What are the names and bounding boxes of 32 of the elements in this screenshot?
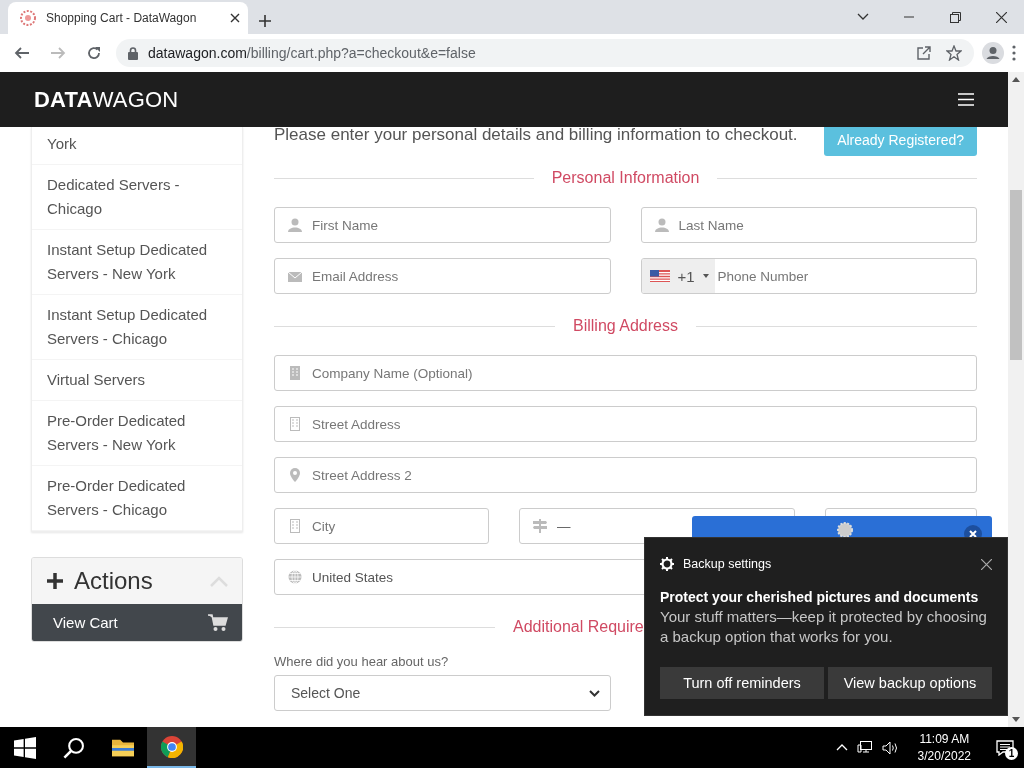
site-logo[interactable]: DATAWAGON bbox=[34, 86, 179, 113]
toast-button[interactable]: Turn off reminders bbox=[660, 667, 824, 699]
section-heading: Billing Address bbox=[573, 317, 678, 335]
input-field[interactable]: Street Address bbox=[274, 406, 977, 442]
clock-time[interactable]: 11:09 AM bbox=[917, 730, 971, 748]
input-field[interactable]: First Name bbox=[274, 207, 611, 243]
notification-count: 1 bbox=[1005, 746, 1018, 760]
sidebar-item[interactable]: Instant Setup Dedicated Servers - Chicago bbox=[32, 295, 242, 360]
sidebar-item[interactable]: Instant Setup Dedicated Servers - New York bbox=[32, 230, 242, 295]
section-heading: Personal Information bbox=[551, 169, 700, 187]
input-field[interactable]: Email Address bbox=[274, 258, 611, 294]
sidebar-item[interactable]: York bbox=[32, 127, 242, 165]
sidebar-item[interactable]: Virtual Servers bbox=[32, 360, 242, 401]
input-field[interactable]: Company Name (Optional) bbox=[274, 355, 977, 391]
panel-title: Actions bbox=[74, 567, 154, 595]
view-cart-link[interactable]: View Cart bbox=[32, 604, 242, 641]
browser-tab[interactable]: Shopping Cart - DataWagon bbox=[8, 2, 248, 34]
field-label: Where did you hear about us? bbox=[274, 654, 450, 669]
sidebar-item[interactable]: Dedicated Servers - Chicago bbox=[32, 165, 242, 230]
input-field[interactable]: City bbox=[274, 508, 489, 544]
clock-date[interactable]: 3/20/2022 bbox=[917, 747, 971, 765]
intro-text: Please enter your personal details and billing information to checkout. bbox=[274, 127, 798, 143]
input-field[interactable]: Street Address 2 bbox=[274, 457, 977, 493]
section-heading: Additional Require bbox=[513, 618, 644, 636]
select-dropdown[interactable]: Select One bbox=[274, 675, 611, 711]
toast-button[interactable]: View backup options bbox=[828, 667, 992, 699]
sidebar-item[interactable]: Pre-Order Dedicated Servers - New York bbox=[32, 401, 242, 466]
country-code-dropdown[interactable]: +1 bbox=[641, 259, 715, 293]
sidebar-item[interactable]: Pre-Order Dedicated Servers - Chicago bbox=[32, 466, 242, 531]
toast-message: Your stuff matters—keep it protected by choosing a backup option that works for you. bbox=[660, 607, 988, 647]
toast-title: Backup settings bbox=[683, 557, 773, 571]
input-field[interactable]: Last Name bbox=[640, 207, 977, 243]
